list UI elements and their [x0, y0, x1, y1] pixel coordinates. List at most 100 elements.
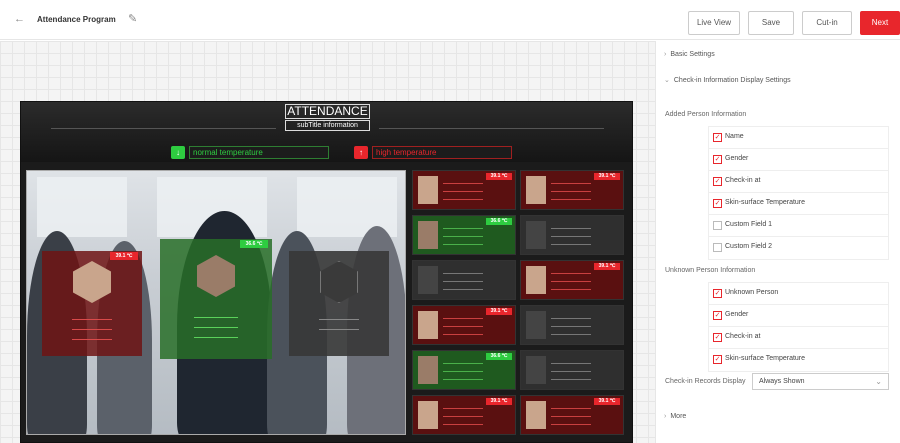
featured-card-unknown[interactable]	[289, 251, 389, 356]
checkbox-checked-icon[interactable]: ✓	[713, 311, 722, 320]
check-in-records-grid[interactable]: 39.1 ℃ 39.1 ℃ 36.6 ℃ 39.1 ℃ 39.1 ℃ 36.6 ℃ 39.1…	[412, 170, 627, 442]
program-preview[interactable]: ATTENDANCE subTitle information ↓ normal…	[20, 101, 633, 443]
more-section[interactable]: › More	[664, 413, 686, 420]
info-line	[443, 334, 483, 335]
checkbox-checked-icon[interactable]: ✓	[713, 289, 722, 298]
pencil-icon[interactable]: ✎	[128, 12, 137, 25]
next-button[interactable]: Next	[860, 11, 900, 35]
info-line	[443, 363, 483, 364]
checkbox-unchecked-icon[interactable]	[713, 221, 722, 230]
face-photo	[418, 221, 438, 249]
record-card[interactable]	[520, 350, 624, 390]
editor-canvas[interactable]: ATTENDANCE subTitle information ↓ normal…	[0, 41, 655, 443]
info-line	[443, 289, 483, 290]
checkbox-checked-icon[interactable]: ✓	[713, 177, 722, 186]
info-line	[551, 416, 591, 417]
live-view-button[interactable]: Live View	[688, 11, 740, 35]
info-line	[72, 319, 112, 320]
info-line	[551, 371, 591, 372]
checkbox-option[interactable]: ✓ Name	[709, 127, 888, 149]
record-card[interactable]: 39.1 ℃	[520, 395, 624, 435]
checkbox-option[interactable]: Custom Field 1	[709, 215, 888, 237]
checkbox-checked-icon[interactable]: ✓	[713, 133, 722, 142]
checkbox-checked-icon[interactable]: ✓	[713, 333, 722, 342]
checkin-settings-section[interactable]: ⌄ Check-in Information Display Settings	[664, 76, 791, 84]
record-card[interactable]	[412, 260, 516, 300]
record-card[interactable]: 39.1 ℃	[412, 395, 516, 435]
chevron-down-icon: ⌄	[664, 77, 670, 84]
record-card[interactable]	[520, 305, 624, 345]
checkbox-option[interactable]: ✓ Skin-surface Temperature	[709, 349, 888, 371]
checkbox-option[interactable]: ✓ Skin-surface Temperature	[709, 193, 888, 215]
background-photo[interactable]: 39.1 ℃ 36.6 ℃	[26, 170, 406, 435]
record-card[interactable]: 36.6 ℃	[412, 350, 516, 390]
unknown-face-icon	[418, 266, 438, 294]
unknown-face-icon	[320, 261, 358, 303]
info-line	[551, 424, 591, 425]
settings-panel: › Basic Settings ⌄ Check-in Information Di…	[655, 41, 900, 443]
checkbox-option[interactable]: ✓ Unknown Person	[709, 283, 888, 305]
checkbox-label: Skin-surface Temperature	[725, 355, 806, 362]
info-line	[551, 334, 591, 335]
checkbox-label: Skin-surface Temperature	[725, 199, 806, 206]
section-title: Basic Settings	[670, 51, 715, 58]
info-line	[443, 318, 483, 319]
temperature-badge: 39.1 ℃	[486, 173, 512, 180]
record-card[interactable]: 39.1 ℃	[412, 170, 516, 210]
info-line	[551, 199, 591, 200]
temperature-badge: 36.6 ℃	[240, 240, 268, 248]
info-line	[443, 273, 483, 274]
unknown-face-icon	[526, 221, 546, 249]
info-line	[443, 416, 483, 417]
featured-card-normal[interactable]: 36.6 ℃	[160, 239, 272, 359]
background-window	[37, 177, 127, 237]
info-line	[551, 281, 591, 282]
unknown-person-label: Unknown Person Information	[665, 267, 756, 274]
info-line	[551, 379, 591, 380]
arrow-left-icon[interactable]: ←	[14, 13, 25, 25]
thermometer-high-icon: ↑	[354, 146, 368, 159]
checkbox-option[interactable]: Custom Field 2	[709, 237, 888, 259]
basic-settings-section[interactable]: › Basic Settings	[664, 51, 715, 58]
face-photo	[418, 356, 438, 384]
checkbox-label: Custom Field 1	[725, 221, 773, 228]
featured-card-high[interactable]: 39.1 ℃	[42, 251, 142, 356]
info-line	[443, 199, 483, 200]
cut-in-button[interactable]: Cut-in	[802, 11, 852, 35]
checkbox-option[interactable]: ✓ Check-in at	[709, 171, 888, 193]
info-line	[551, 289, 591, 290]
checkbox-checked-icon[interactable]: ✓	[713, 355, 722, 364]
temperature-badge: 36.6 ℃	[486, 353, 512, 360]
checkbox-label: Gender	[725, 311, 749, 318]
info-line	[443, 379, 483, 380]
preview-header: ATTENDANCE subTitle information ↓ normal…	[21, 102, 632, 162]
record-card[interactable]	[520, 215, 624, 255]
record-card[interactable]: 39.1 ℃	[520, 170, 624, 210]
checkbox-unchecked-icon[interactable]	[713, 243, 722, 252]
checkbox-label: Check-in at	[725, 177, 761, 184]
info-line	[193, 317, 239, 318]
records-display-select[interactable]: Always Shown ⌄	[752, 373, 889, 390]
chevron-down-icon: ⌄	[875, 377, 882, 386]
record-card[interactable]: 39.1 ℃	[412, 305, 516, 345]
high-temperature-label[interactable]: high temperature	[372, 146, 512, 159]
checkbox-option[interactable]: ✓ Gender	[709, 305, 888, 327]
info-line	[72, 339, 112, 340]
face-photo	[418, 176, 438, 204]
attendance-title[interactable]: ATTENDANCE	[285, 104, 370, 119]
normal-temperature-label[interactable]: normal temperature	[189, 146, 329, 159]
temperature-badge: 39.1 ℃	[486, 398, 512, 405]
page-title: Attendance Program	[37, 15, 116, 24]
temperature-badge: 39.1 ℃	[594, 263, 620, 270]
record-card[interactable]: 39.1 ℃	[520, 260, 624, 300]
attendance-subtitle[interactable]: subTitle information	[285, 120, 370, 131]
temperature-badge: 39.1 ℃	[110, 252, 138, 260]
checkbox-option[interactable]: ✓ Check-in at	[709, 327, 888, 349]
temperature-badge: 39.1 ℃	[594, 398, 620, 405]
checkbox-checked-icon[interactable]: ✓	[713, 199, 722, 208]
record-card[interactable]: 36.6 ℃	[412, 215, 516, 255]
checkbox-option[interactable]: ✓ Gender	[709, 149, 888, 171]
save-button[interactable]: Save	[748, 11, 794, 35]
checkbox-checked-icon[interactable]: ✓	[713, 155, 722, 164]
info-line	[319, 329, 359, 330]
